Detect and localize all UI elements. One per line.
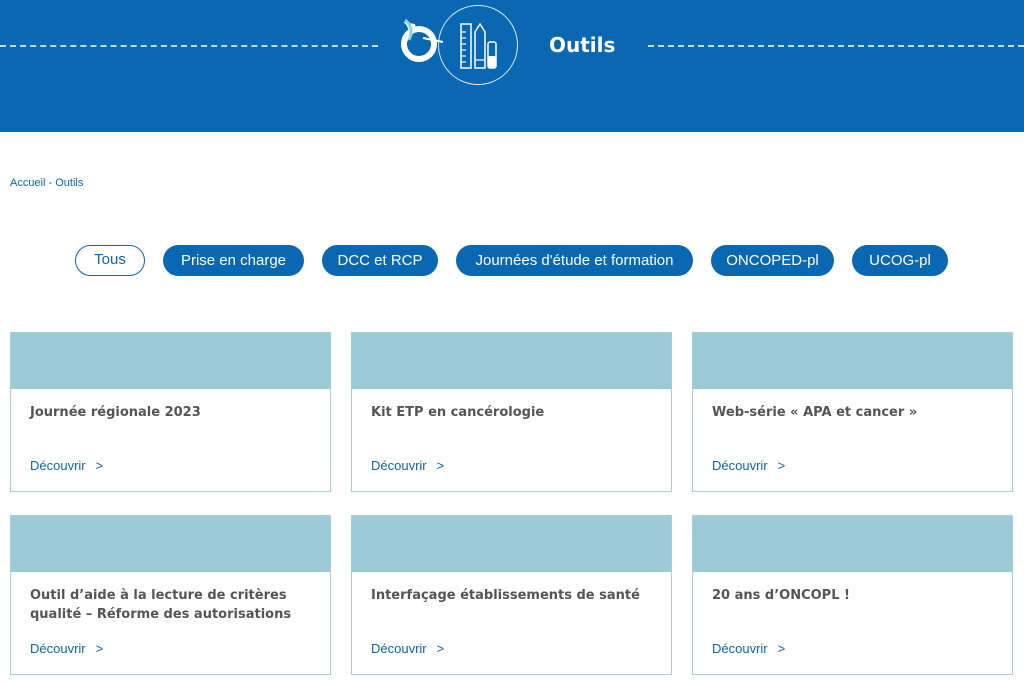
tool-card[interactable]: Web-série « APA et cancer » Découvrir > bbox=[692, 332, 1013, 492]
card-title: Web-série « APA et cancer » bbox=[712, 405, 918, 420]
discover-link-label: Découvrir bbox=[371, 641, 427, 656]
card-image-placeholder bbox=[352, 333, 671, 389]
header-dashed-line-right bbox=[648, 45, 1024, 47]
card-image-placeholder bbox=[11, 333, 330, 389]
ruler-pencil-tools-icon bbox=[438, 5, 518, 85]
card-title: Kit ETP en cancérologie bbox=[371, 405, 545, 420]
chevron-right-icon: > bbox=[777, 458, 786, 473]
discover-link[interactable]: Découvrir > bbox=[712, 458, 785, 473]
page-header: Outils bbox=[0, 0, 1024, 132]
card-image-placeholder bbox=[693, 333, 1012, 389]
card-image-placeholder bbox=[11, 516, 330, 572]
discover-link-label: Découvrir bbox=[712, 641, 768, 656]
tool-card[interactable]: 20 ans d’ONCOPL ! Découvrir > bbox=[692, 515, 1013, 675]
filter-oncoped-button[interactable]: ONCOPED-pl bbox=[711, 245, 834, 276]
discover-link-label: Découvrir bbox=[712, 458, 768, 473]
discover-link[interactable]: Découvrir > bbox=[371, 458, 444, 473]
discover-link[interactable]: Découvrir > bbox=[30, 641, 103, 656]
page-title: Outils bbox=[549, 33, 616, 57]
tool-card[interactable]: Outil d’aide à la lecture de critères qu… bbox=[10, 515, 331, 675]
discover-link[interactable]: Découvrir > bbox=[371, 641, 444, 656]
card-title: 20 ans d’ONCOPL ! bbox=[712, 588, 850, 603]
filter-ucog-button[interactable]: UCOG-pl bbox=[852, 245, 948, 276]
chevron-right-icon: > bbox=[95, 458, 104, 473]
filter-tous-button[interactable]: Tous bbox=[75, 245, 145, 276]
discover-link[interactable]: Découvrir > bbox=[712, 641, 785, 656]
tool-card[interactable]: Journée régionale 2023 Découvrir > bbox=[10, 332, 331, 492]
filter-dcc-rcp-button[interactable]: DCC et RCP bbox=[322, 245, 438, 276]
tool-card[interactable]: Kit ETP en cancérologie Découvrir > bbox=[351, 332, 672, 492]
discover-link-label: Découvrir bbox=[371, 458, 427, 473]
chevron-right-icon: > bbox=[436, 641, 445, 656]
chevron-right-icon: > bbox=[777, 641, 786, 656]
tool-card[interactable]: Interfaçage établissements de santé Déco… bbox=[351, 515, 672, 675]
discover-link-label: Découvrir bbox=[30, 458, 86, 473]
discover-link[interactable]: Découvrir > bbox=[30, 458, 103, 473]
breadcrumb-separator: - bbox=[45, 177, 56, 189]
filter-prise-en-charge-button[interactable]: Prise en charge bbox=[163, 245, 304, 276]
card-title: Journée régionale 2023 bbox=[30, 405, 201, 420]
filter-journees-formation-button[interactable]: Journées d'étude et formation bbox=[456, 245, 693, 276]
header-dashed-line-left bbox=[0, 45, 378, 47]
breadcrumb: Accueil - Outils bbox=[10, 177, 83, 189]
chevron-right-icon: > bbox=[436, 458, 445, 473]
card-image-placeholder bbox=[352, 516, 671, 572]
card-title: Outil d’aide à la lecture de critères qu… bbox=[30, 588, 292, 622]
ribbon-logo-icon[interactable] bbox=[393, 14, 445, 66]
discover-link-label: Découvrir bbox=[30, 641, 86, 656]
breadcrumb-current: Outils bbox=[55, 177, 84, 189]
card-title: Interfaçage établissements de santé bbox=[371, 588, 640, 603]
card-image-placeholder bbox=[693, 516, 1012, 572]
chevron-right-icon: > bbox=[95, 641, 104, 656]
breadcrumb-home-link[interactable]: Accueil bbox=[10, 177, 45, 189]
